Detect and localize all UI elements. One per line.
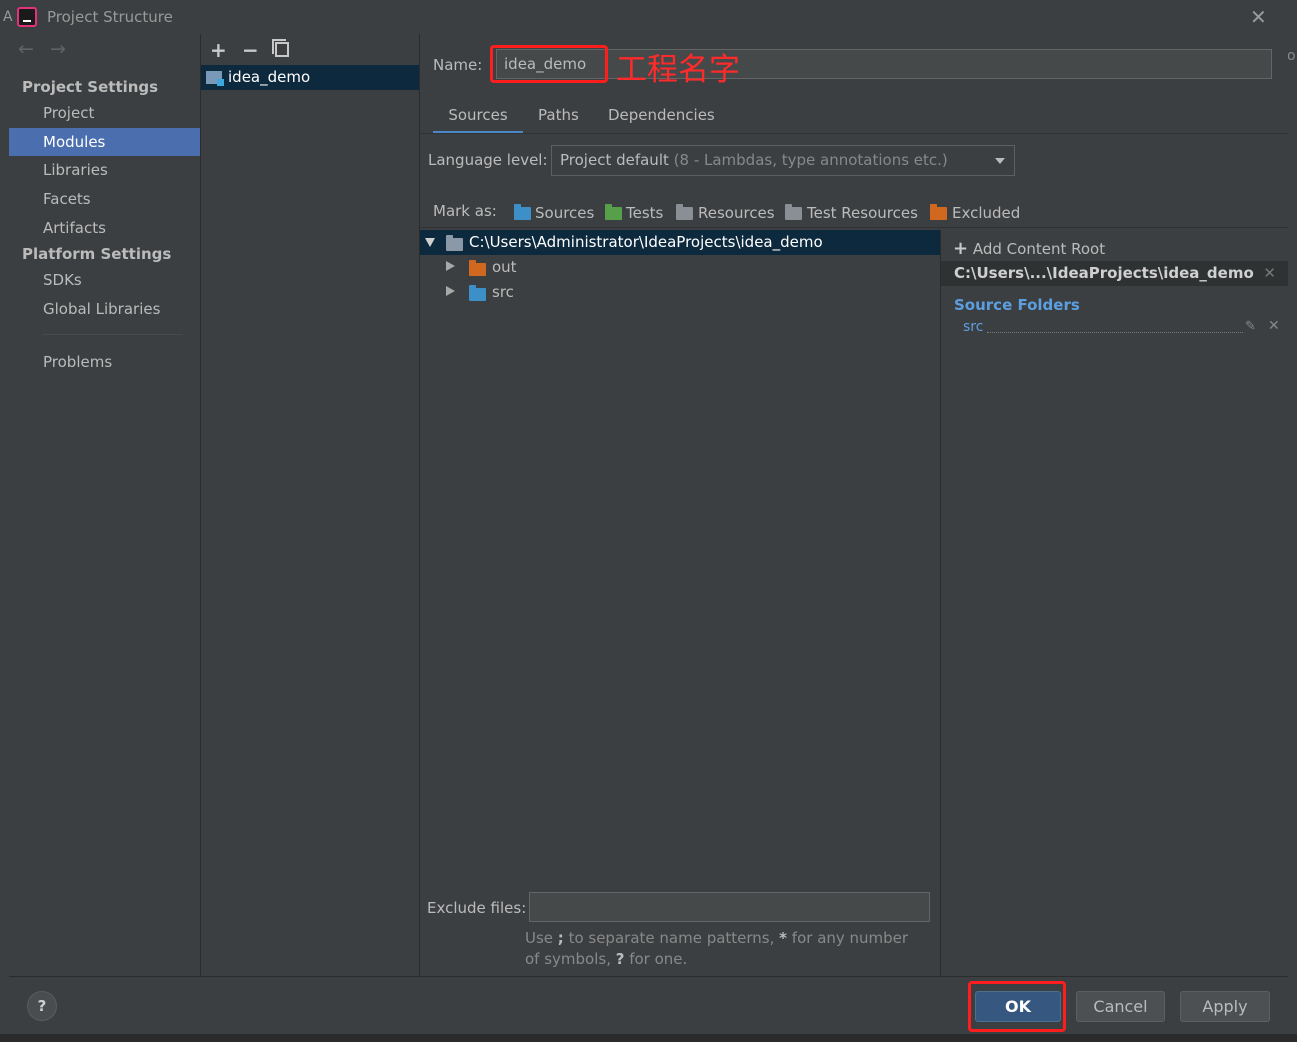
mark-tests-button[interactable]: Tests [605, 204, 663, 222]
source-folder-row[interactable]: src ✎ ✕ [963, 318, 1281, 339]
mark-test-resources-label: Test Resources [807, 204, 918, 222]
add-content-root-button[interactable]: + Add Content Root [953, 238, 1105, 259]
tree-row-src[interactable]: src [420, 280, 940, 305]
nav-item-sdks[interactable]: SDKs [9, 266, 200, 294]
back-arrow-icon[interactable]: ← [18, 38, 34, 60]
exclude-files-input[interactable] [529, 892, 930, 922]
window-bottom-edge [0, 1034, 1297, 1042]
nav-item-artifacts[interactable]: Artifacts [9, 214, 200, 242]
tree-root-row[interactable]: C:\Users\Administrator\IdeaProjects\idea… [420, 230, 940, 255]
add-module-icon[interactable]: + [210, 38, 227, 62]
expand-right-icon[interactable] [446, 261, 455, 271]
exclude-files-label: Exclude files: [427, 899, 527, 917]
mark-test-resources-button[interactable]: Test Resources [785, 204, 918, 222]
sources-folder-icon [514, 204, 531, 220]
apply-button[interactable]: Apply [1180, 991, 1270, 1022]
help-button[interactable]: ? [27, 991, 57, 1021]
mark-divider [420, 227, 1288, 228]
left-edge [0, 34, 9, 1034]
mark-as-label: Mark as: [433, 202, 497, 220]
annotation-label: 工程名字 [616, 52, 740, 88]
tests-folder-icon [605, 204, 622, 220]
content-root-panel: + Add Content Root C:\Users\...\IdeaProj… [941, 230, 1288, 976]
title-edge-glyph: A [3, 9, 13, 25]
intellij-logo-icon [17, 7, 37, 27]
source-folders-header: Source Folders [954, 296, 1080, 314]
nav-item-facets[interactable]: Facets [9, 185, 200, 213]
name-label: Name: [433, 56, 483, 74]
forward-arrow-icon[interactable]: → [50, 38, 66, 60]
window-title: Project Structure [47, 8, 173, 26]
mark-sources-label: Sources [535, 204, 595, 222]
mark-excluded-button[interactable]: Excluded [930, 204, 1020, 222]
src-folder-icon [469, 285, 486, 301]
nav-item-modules[interactable]: Modules [9, 128, 200, 156]
resources-folder-icon [676, 204, 693, 220]
nav-item-global-libraries[interactable]: Global Libraries [9, 295, 200, 323]
mark-tests-label: Tests [626, 204, 664, 222]
module-settings-panel: Name: 工程名字 Sources Paths Dependencies La… [420, 34, 1288, 976]
module-icon [206, 71, 224, 86]
tab-paths[interactable]: Paths [538, 104, 579, 134]
ok-button[interactable]: OK [975, 991, 1061, 1022]
language-level-value: Project default [560, 151, 669, 169]
content-root-path: C:\Users\...\IdeaProjects\idea_demo [954, 264, 1254, 282]
nav-item-libraries[interactable]: Libraries [9, 156, 200, 184]
tab-sources[interactable]: Sources [433, 104, 523, 134]
project-structure-dialog: A Project Structure ✕ o ← → Project Sett… [0, 0, 1297, 1042]
tree-row-out[interactable]: out [420, 255, 940, 280]
module-name: idea_demo [228, 68, 311, 86]
tree-label-src: src [492, 283, 514, 301]
language-level-label: Language level: [428, 151, 548, 169]
tree-label-out: out [492, 258, 517, 276]
edit-icon[interactable]: ✎ [1245, 319, 1256, 334]
cancel-button[interactable]: Cancel [1076, 991, 1165, 1022]
tab-dependencies[interactable]: Dependencies [608, 104, 715, 134]
remove-module-icon[interactable]: − [242, 38, 259, 62]
exclude-hint-text: Use ; to separate name patterns, * for a… [525, 929, 909, 968]
module-list-item[interactable]: idea_demo [201, 65, 419, 90]
expand-down-icon[interactable] [425, 238, 435, 247]
test-resources-folder-icon [785, 204, 802, 220]
mark-resources-label: Resources [698, 204, 775, 222]
modules-list-panel: + − idea_demo [201, 34, 420, 976]
tree-root-path: C:\Users\Administrator\IdeaProjects\idea… [469, 233, 823, 251]
title-bar: A Project Structure ✕ [0, 0, 1297, 34]
plus-icon: + [953, 238, 969, 259]
module-name-input[interactable] [496, 49, 1272, 79]
expand-right-icon[interactable] [446, 286, 455, 296]
right-edge-glyph: o [1287, 48, 1296, 64]
nav-item-problems[interactable]: Problems [9, 348, 200, 376]
excluded-folder-icon [930, 204, 947, 220]
copy-module-icon[interactable] [272, 39, 289, 57]
remove-root-icon[interactable]: ✕ [1263, 261, 1276, 286]
dialog-footer: ? OK Cancel Apply [9, 976, 1288, 1034]
mark-excluded-label: Excluded [952, 204, 1021, 222]
dotted-leader [987, 332, 1243, 333]
content-root-row[interactable]: C:\Users\...\IdeaProjects\idea_demo ✕ [941, 261, 1288, 286]
platform-settings-header: Platform Settings [22, 245, 172, 263]
root-folder-icon [446, 235, 463, 251]
chevron-down-icon [995, 158, 1005, 164]
mark-resources-button[interactable]: Resources [676, 204, 775, 222]
language-level-detail: (8 - Lambdas, type annotations etc.) [673, 151, 948, 169]
source-folder-name: src [963, 319, 984, 335]
tab-divider [420, 133, 1288, 134]
add-content-root-label: Add Content Root [972, 240, 1106, 258]
remove-source-icon[interactable]: ✕ [1268, 318, 1280, 334]
mark-sources-button[interactable]: Sources [514, 204, 594, 222]
project-settings-header: Project Settings [22, 78, 159, 96]
language-level-select[interactable]: Project default (8 - Lambdas, type annot… [551, 145, 1015, 176]
nav-item-project[interactable]: Project [9, 99, 200, 127]
nav-separator [43, 334, 183, 335]
content-tree: C:\Users\Administrator\IdeaProjects\idea… [420, 230, 940, 880]
out-folder-icon [469, 260, 486, 276]
close-icon[interactable]: ✕ [1250, 5, 1267, 29]
settings-nav: ← → Project Settings Project Modules Lib… [9, 34, 201, 976]
